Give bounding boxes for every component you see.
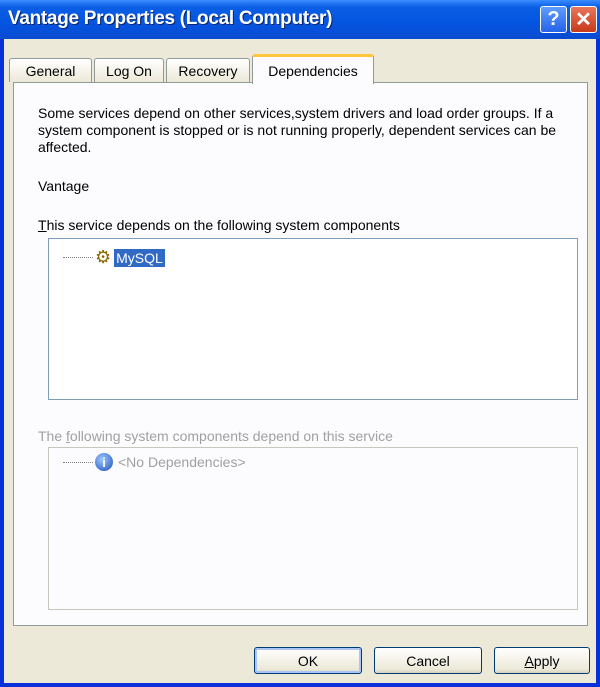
- tab-dependencies[interactable]: Dependencies: [252, 54, 374, 84]
- window-title: Vantage Properties (Local Computer): [8, 8, 333, 29]
- title-bar[interactable]: Vantage Properties (Local Computer) ? ✕: [0, 0, 600, 39]
- tree-connector: [63, 461, 93, 463]
- properties-dialog: Vantage Properties (Local Computer) ? ✕ …: [0, 0, 600, 687]
- help-button[interactable]: ?: [540, 6, 567, 33]
- service-name: Vantage: [38, 178, 90, 194]
- tree-item-label: MySQL: [114, 248, 165, 267]
- dependents-label-start: The: [38, 428, 67, 444]
- dependents-label-text: ollowing system components depend on thi…: [69, 428, 393, 444]
- apply-label: pply: [533, 652, 560, 669]
- apply-accel: A: [524, 652, 534, 669]
- apply-button[interactable]: Apply: [494, 647, 590, 674]
- tree-item-label: <No Dependencies>: [118, 454, 246, 470]
- tab-log-on[interactable]: Log On: [94, 58, 164, 82]
- info-icon: i: [95, 453, 113, 471]
- close-button[interactable]: ✕: [570, 6, 597, 33]
- dependents-tree: i <No Dependencies>: [48, 447, 578, 610]
- depends-on-tree[interactable]: ⚙ MySQL: [48, 238, 578, 400]
- tab-general[interactable]: General: [9, 58, 92, 82]
- depends-on-label-text: his service depends on the following sys…: [46, 217, 400, 233]
- ok-button[interactable]: OK: [254, 647, 362, 674]
- tab-recovery[interactable]: Recovery: [166, 58, 250, 82]
- service-gear-icon: ⚙: [95, 247, 112, 267]
- depends-on-label: This service depends on the following sy…: [38, 217, 400, 233]
- tree-item-mysql[interactable]: ⚙ MySQL: [63, 247, 165, 268]
- cancel-button[interactable]: Cancel: [374, 647, 482, 674]
- description-text: Some services depend on other services,s…: [38, 105, 557, 155]
- tree-connector: [63, 257, 93, 258]
- dependents-label: The following system components depend o…: [38, 428, 393, 444]
- depends-on-label-accel: T: [38, 217, 47, 233]
- tree-item-no-dependencies: i <No Dependencies>: [63, 453, 246, 471]
